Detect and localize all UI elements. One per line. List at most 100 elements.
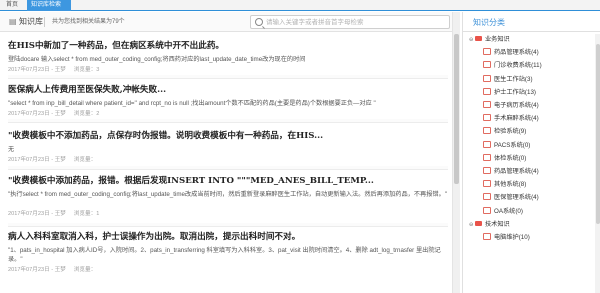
document-icon	[483, 167, 491, 174]
tree-item-label: 药品管理系统(4)	[494, 49, 539, 57]
tree-group[interactable]: ⊖ 技术知识	[469, 219, 510, 231]
document-icon	[483, 206, 491, 214]
article-time: 2017年07月23日 - 王梦	[8, 157, 66, 163]
tree-item-label: 电子病历系统(4)	[494, 102, 539, 109]
document-icon	[483, 140, 491, 148]
tree-item[interactable]: 药品管理系统(4)	[483, 47, 539, 59]
document-icon	[483, 180, 491, 188]
document-icon	[483, 74, 491, 82]
tree-item-label: 医保管理系统(4)	[494, 194, 539, 202]
sidebar-header: 知识分类	[463, 12, 600, 32]
tree-item-label: 医生工作站(3)	[494, 75, 533, 83]
document-icon	[483, 101, 491, 108]
tree-item-label: 检验系统(9)	[494, 128, 527, 136]
article-views: 浏览量：2	[73, 111, 100, 117]
sidebar-scrollbar[interactable]	[595, 34, 600, 293]
article-summary: "执行select * from med_outer_coding_config…	[8, 191, 447, 198]
article-summary: "select * from inp_bill_detail where pat…	[8, 100, 376, 107]
tree-item[interactable]: 门诊收费系统(11)	[483, 60, 542, 72]
tree-item[interactable]: 护士工作站(13)	[483, 87, 536, 99]
list-item[interactable]: "收费模板中不添加药品，点保存时伪报错。说明收费模板中有一种药品，在HIS...…	[8, 130, 448, 164]
article-title[interactable]: 在HIS中新加了一种药品，但在病区系统中开不出此药。	[8, 40, 448, 52]
list-item[interactable]: 在HIS中新加了一种药品，但在病区系统中开不出此药。 登陆docare 输入se…	[8, 40, 448, 74]
tree-item[interactable]: 电脑维护(10)	[483, 232, 530, 244]
divider	[8, 166, 448, 170]
document-icon	[483, 114, 491, 122]
article-summary: "1、pats_in_hospital 加入病人ID号，入院时间。2、pats_…	[8, 247, 441, 263]
category-sidebar: 知识分类 ⊖ 业务知识药品管理系统(4) 门诊收费系统(11) 医生工作站(3) 护士工…	[462, 12, 600, 293]
tree-item[interactable]: 手术麻醉系统(4)	[483, 113, 539, 125]
tree-item-label: 业务知识	[485, 36, 510, 43]
article-views: 浏览量：3	[73, 67, 100, 73]
tree-item[interactable]: 医保管理系统(4)	[483, 192, 539, 204]
tab-knowledge-search[interactable]: 知识库检索	[27, 0, 71, 11]
article-time: 2017年07月23日 - 王梦	[8, 211, 66, 217]
tree-item-label: 药品管理系统(4)	[494, 168, 539, 175]
page-title: 知识库	[19, 17, 43, 26]
list-item[interactable]: 医保病人上传费用至医保失败,冲帐失败... "select * from inp…	[8, 84, 448, 118]
tree-item[interactable]: 药品管理系统(4)	[483, 166, 539, 178]
tree-group[interactable]: ⊖ 业务知识	[469, 34, 510, 46]
tree-item[interactable]: 医生工作站(3)	[483, 74, 533, 86]
article-title[interactable]: 病人入科科室取消入科，护士误操作为出院。取消出院，提示出科时间不对。	[8, 231, 448, 243]
article-title[interactable]: "收费模板中添加药品，报错。根据后发现INSERT INTO """MED_AN…	[8, 175, 448, 187]
divider	[8, 223, 448, 227]
main-scroll-thumb[interactable]	[454, 34, 459, 184]
article-meta: 2017年07月23日 - 王梦 浏览量：1	[8, 210, 448, 218]
article-time: 2017年07月23日 - 王梦	[8, 67, 66, 73]
document-icon	[483, 193, 491, 201]
article-views: 浏览量：	[73, 267, 97, 273]
folder-icon	[475, 220, 482, 226]
tree-item[interactable]: 电子病历系统(4)	[483, 100, 539, 112]
list-item[interactable]: 病人入科科室取消入科，护士误操作为出院。取消出院，提示出科时间不对。 "1、pa…	[8, 231, 448, 274]
tree-item-label: 其他系统(8)	[494, 181, 527, 189]
document-icon	[483, 48, 491, 56]
tree-item-label: 体检系统(0)	[494, 154, 527, 162]
divider	[8, 75, 448, 79]
tree-item-label: 手术麻醉系统(4)	[494, 115, 539, 123]
article-title[interactable]: 医保病人上传费用至医保失败,冲帐失败...	[8, 84, 448, 96]
document-icon	[483, 87, 491, 95]
article-meta: 2017年07月23日 - 王梦 浏览量：2	[8, 110, 448, 118]
search-input[interactable]	[266, 17, 446, 28]
tree-item-label: OA系统(0)	[494, 207, 523, 215]
document-icon	[483, 127, 491, 135]
article-list: 在HIS中新加了一种药品，但在病区系统中开不出此药。 登陆docare 输入se…	[0, 33, 452, 293]
tree-item-label: 电脑维护(10)	[494, 234, 530, 241]
book-icon: ▤	[9, 17, 17, 26]
folder-icon	[475, 36, 482, 41]
tree-item-label: 门诊收费系统(11)	[494, 62, 542, 70]
toolbar: ▤ 知识库 共为您找到相关结果为79个	[0, 12, 452, 32]
article-meta: 2017年07月23日 - 王梦 浏览量：	[8, 156, 448, 164]
article-time: 2017年07月23日 - 王梦	[8, 111, 66, 117]
article-views: 浏览量：1	[73, 211, 100, 217]
document-icon	[483, 233, 491, 240]
article-title[interactable]: "收费模板中不添加药品，点保存时伪报错。说明收费模板中有一种药品，在HIS...	[8, 130, 448, 142]
article-views: 浏览量：	[73, 157, 97, 163]
article-meta: 2017年07月23日 - 王梦 浏览量：3	[8, 66, 448, 74]
document-icon	[483, 61, 491, 69]
tab-bar: 首页 知识库检索	[0, 0, 600, 11]
result-count: 共为您找到相关结果为79个	[52, 19, 125, 25]
tree-item[interactable]: 体检系统(0)	[483, 153, 526, 165]
tab-home[interactable]: 首页	[2, 0, 24, 11]
search-box[interactable]	[250, 15, 450, 29]
tree-item[interactable]: 检验系统(9)	[483, 126, 526, 138]
tree-item[interactable]: PACS系统(0)	[483, 140, 530, 152]
divider	[8, 119, 448, 123]
list-item[interactable]: "收费模板中添加药品，报错。根据后发现INSERT INTO """MED_AN…	[8, 175, 448, 218]
divider	[44, 17, 45, 27]
article-summary: 无	[8, 146, 15, 153]
document-icon	[483, 153, 491, 161]
tree-item-label: 护士工作站(13)	[494, 88, 536, 96]
tree-item-label: 技术知识	[485, 220, 510, 228]
main-scrollbar[interactable]	[452, 12, 460, 293]
article-summary: 登陆docare 输入select * from med_outer_codin…	[8, 56, 306, 63]
tree-item-label: PACS系统(0)	[494, 141, 531, 149]
article-time: 2017年07月23日 - 王梦	[8, 267, 66, 273]
sidebar-scroll-thumb[interactable]	[596, 44, 600, 224]
search-icon[interactable]	[255, 18, 263, 26]
tree-item[interactable]: OA系统(0)	[483, 206, 523, 218]
article-meta: 2017年07月23日 - 王梦 浏览量：	[8, 266, 448, 274]
tree-item[interactable]: 其他系统(8)	[483, 179, 526, 191]
